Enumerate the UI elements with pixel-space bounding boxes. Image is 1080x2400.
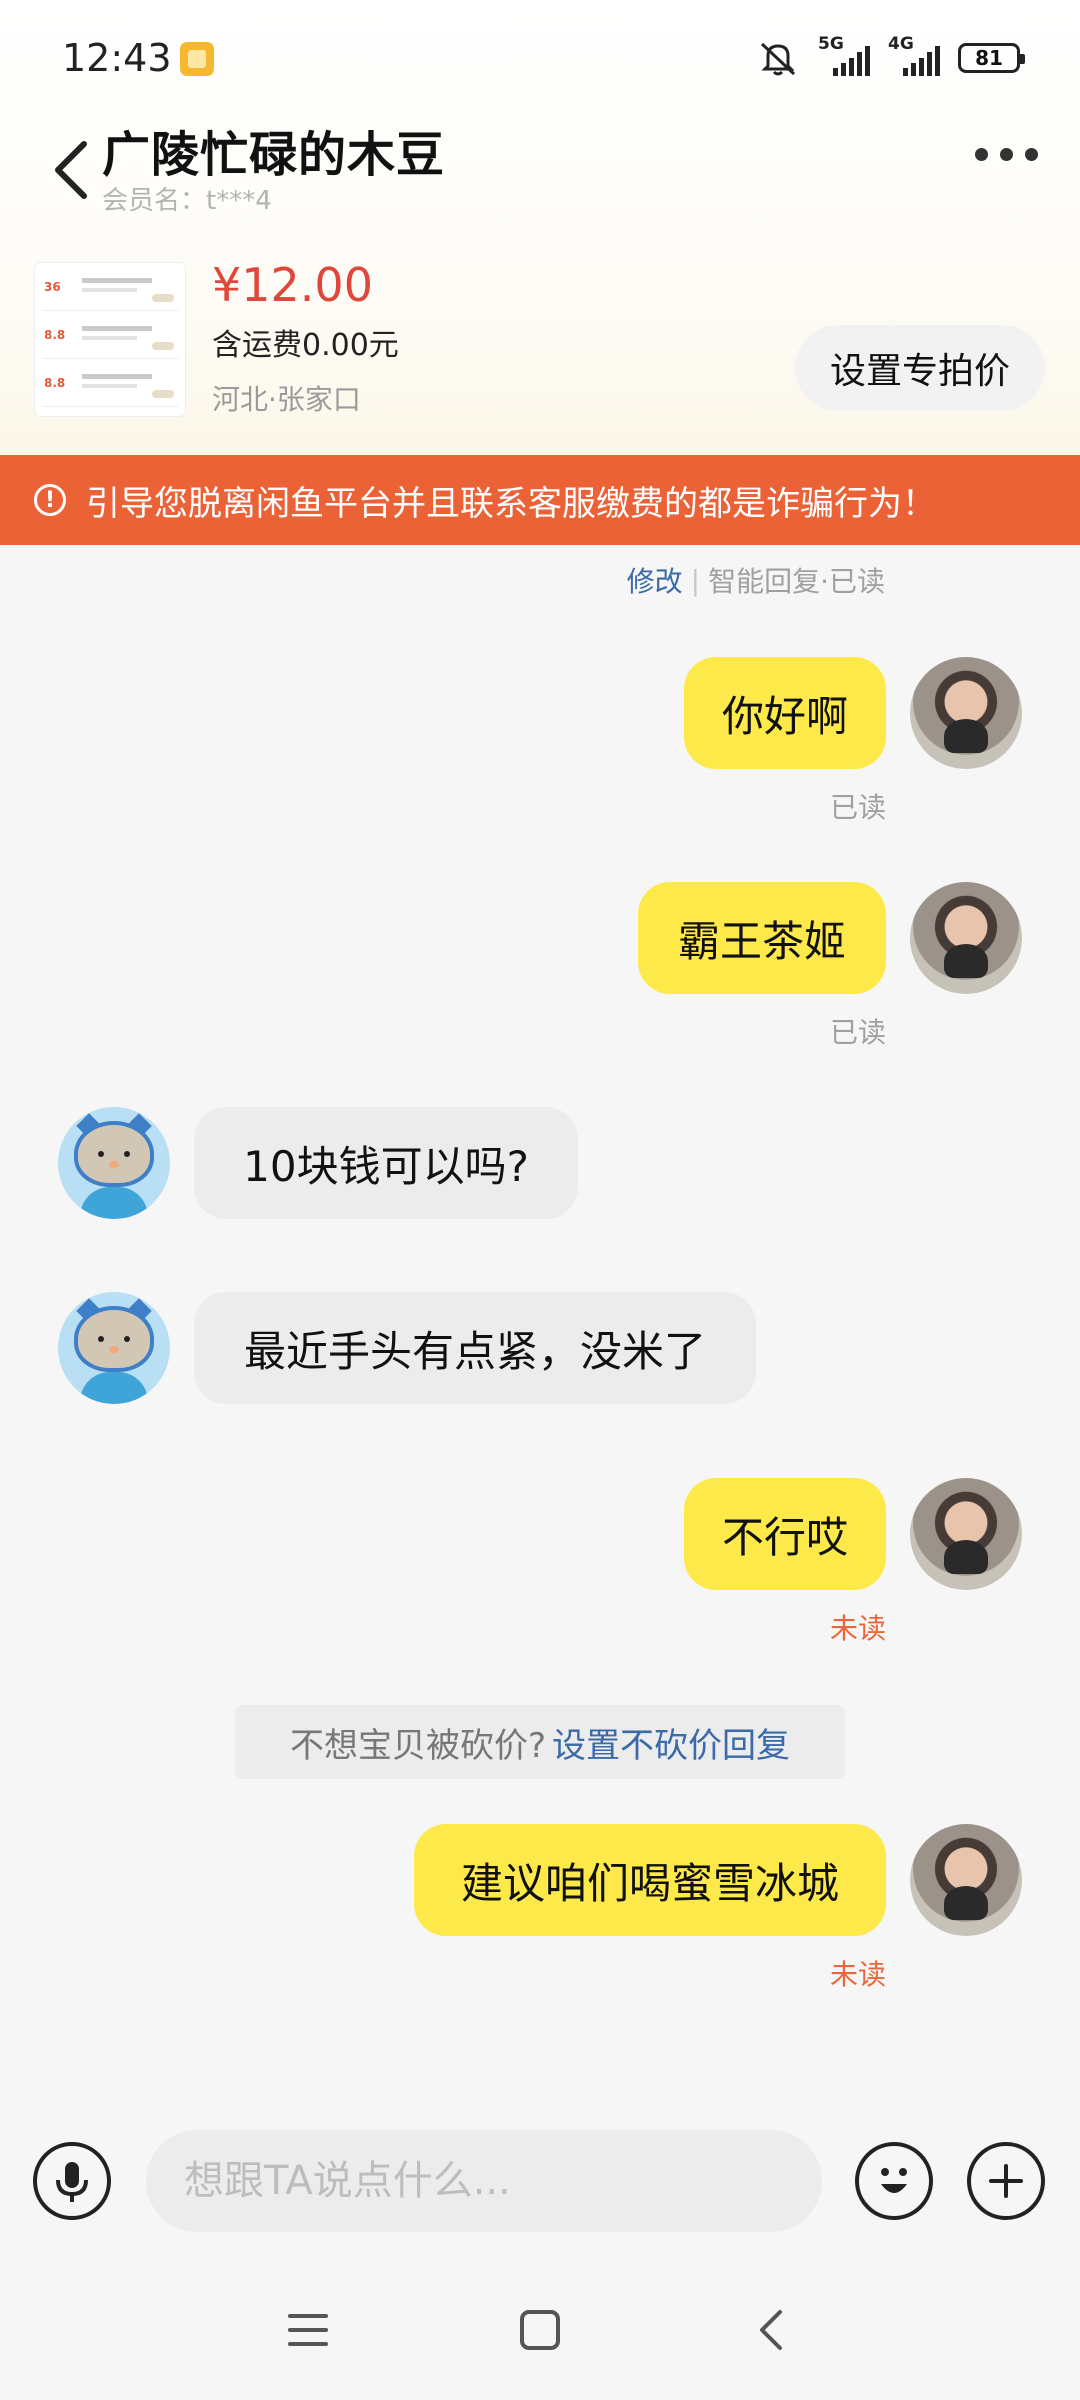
message-bubble-received[interactable]: 最近手头有点紧，没米了 (194, 1292, 756, 1404)
microphone-icon[interactable] (33, 2142, 111, 2220)
message-bubble-sent[interactable]: 你好啊 (684, 657, 886, 769)
menu-icon[interactable] (268, 2290, 348, 2370)
product-thumbnail[interactable]: 36 8.8 8.8 (34, 262, 186, 417)
unread-receipt: 未读 (830, 1958, 887, 1991)
status-time: 12:43 (62, 36, 172, 80)
smart-reply-status: 智能回复·已读 (708, 565, 885, 598)
edit-link[interactable]: 修改 (627, 560, 683, 600)
member-name: 会员名：t***4 (102, 186, 272, 216)
chat-title: 广陵忙碌的木豆 (102, 127, 446, 183)
back-arrow-icon[interactable] (44, 130, 104, 210)
fraud-warning-banner[interactable]: ! 引导您脱离闲鱼平台并且联系客服缴费的都是诈骗行为！ (0, 455, 1080, 545)
signal-4g-icon: 4G (888, 34, 940, 78)
read-receipt: 已读 (830, 791, 887, 824)
home-square-icon[interactable] (500, 2290, 580, 2370)
hint-text: 不想宝贝被砍价? (289, 1725, 547, 1766)
signal-5g-icon: 5G (818, 34, 870, 78)
set-no-bargain-reply-link[interactable]: 设置不砍价回复 (552, 1718, 790, 1767)
my-avatar[interactable] (910, 1824, 1022, 1936)
my-avatar[interactable] (910, 882, 1022, 994)
set-special-price-button[interactable]: 设置专拍价 (795, 325, 1045, 411)
message-bubble-sent[interactable]: 不行哎 (684, 1478, 886, 1590)
notification-app-icon (180, 42, 214, 76)
my-avatar[interactable] (910, 1478, 1022, 1590)
read-receipt: 已读 (830, 1016, 887, 1049)
message-bubble-sent[interactable]: 霸王茶姬 (638, 882, 886, 994)
battery-icon: 81 (958, 43, 1025, 73)
divider: | (690, 563, 701, 597)
message-bubble-received[interactable]: 10块钱可以吗? (194, 1107, 578, 1219)
shipping-fee: 含运费0.00元 (212, 328, 399, 363)
warning-icon: ! (34, 484, 66, 516)
message-text-field[interactable] (182, 2157, 786, 2205)
product-price: ¥12.00 (212, 258, 373, 312)
emoji-icon[interactable] (855, 2142, 933, 2220)
contact-avatar[interactable] (58, 1292, 170, 1404)
plus-icon[interactable] (967, 2142, 1045, 2220)
back-icon[interactable] (732, 2290, 812, 2370)
product-location: 河北·张家口 (212, 383, 361, 416)
my-avatar[interactable] (910, 657, 1022, 769)
no-bargain-hint: 不想宝贝被砍价? 设置不砍价回复 (235, 1705, 845, 1779)
message-bubble-sent[interactable]: 建议咱们喝蜜雪冰城 (414, 1824, 886, 1936)
contact-avatar[interactable] (58, 1107, 170, 1219)
warning-text: 引导您脱离闲鱼平台并且联系客服缴费的都是诈骗行为！ (86, 483, 936, 524)
message-input[interactable] (146, 2130, 822, 2232)
status-icons: 5G 4G 81 (756, 34, 1025, 80)
reply-status-line: 修改 | 智能回复·已读 (627, 560, 885, 600)
mute-bell-icon (760, 42, 796, 76)
more-dots-icon[interactable] (975, 148, 1038, 161)
unread-receipt: 未读 (830, 1612, 887, 1645)
